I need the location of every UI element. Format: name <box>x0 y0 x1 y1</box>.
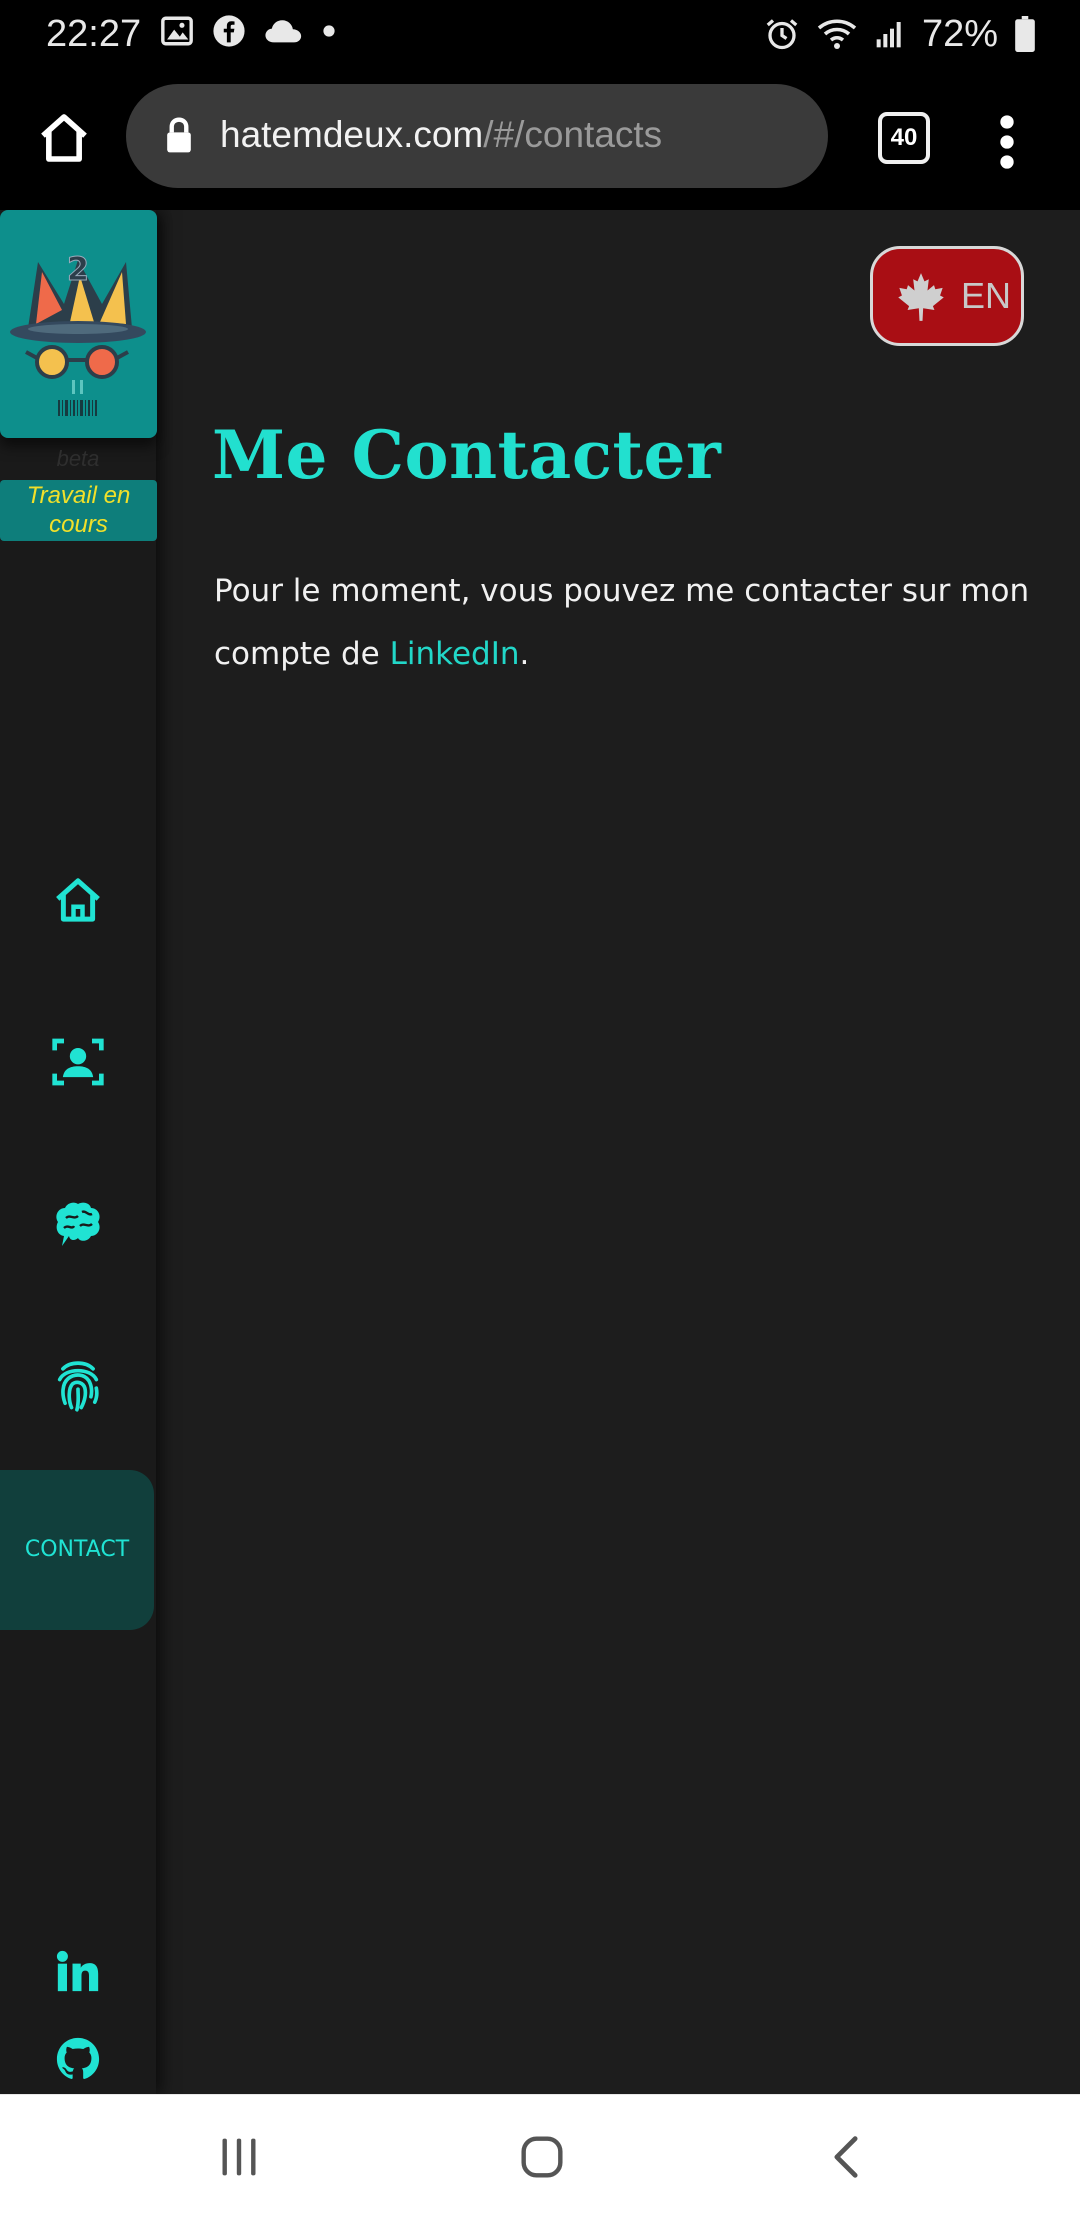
sidebar: 2 beta Travail en cours CONTACT <box>0 210 157 2094</box>
contact-paragraph: Pour le moment, vous pouvez me contacter… <box>214 560 1034 686</box>
back-icon[interactable] <box>826 2135 866 2179</box>
nav-profile[interactable] <box>0 1012 156 1112</box>
logo-badge: 2 <box>67 250 89 288</box>
alarm-icon <box>766 19 798 50</box>
status-time: 22:27 <box>46 13 142 55</box>
signal-icon <box>876 22 901 48</box>
web-page: 2 beta Travail en cours CONTACT EN Me Co… <box>0 210 1080 2094</box>
android-home-icon[interactable] <box>520 2135 564 2179</box>
gallery-icon <box>161 16 193 46</box>
work-in-progress-badge: Travail en cours <box>0 480 157 541</box>
facebook-icon <box>213 15 245 47</box>
nav-fingerprint[interactable] <box>0 1336 156 1436</box>
linkedin-link[interactable] <box>0 1950 156 1992</box>
tab-switcher-button[interactable]: 40 <box>878 112 930 164</box>
nav-home[interactable] <box>0 850 156 950</box>
status-icons-right: 72% <box>764 8 1036 60</box>
recent-apps-icon[interactable] <box>218 2135 260 2179</box>
battery-icon <box>1015 16 1035 52</box>
language-toggle-button[interactable]: EN <box>870 246 1024 346</box>
page-title: Me Contacter <box>212 416 722 494</box>
brain-icon <box>56 1202 100 1246</box>
dot-icon <box>323 25 335 37</box>
battery-percent: 72% <box>921 13 998 55</box>
url-text[interactable]: hatemdeux.com/#/contacts <box>220 109 662 161</box>
linkedin-text-link[interactable]: LinkedIn <box>390 636 520 672</box>
linkedin-icon <box>56 1950 99 1992</box>
address-bar[interactable]: hatemdeux.com/#/contacts <box>126 84 828 188</box>
github-icon <box>56 2037 100 2079</box>
browser-home-icon[interactable] <box>36 110 92 166</box>
logo-illustration: 2 <box>10 250 146 416</box>
nav-contact[interactable]: CONTACT <box>0 1470 154 1630</box>
home-icon <box>56 878 100 922</box>
url-path: /#/contacts <box>483 114 663 155</box>
beta-label: beta <box>56 446 100 471</box>
android-navigation-bar <box>0 2094 1080 2221</box>
lock-icon <box>167 117 191 153</box>
status-bar: 22:27 72% <box>0 0 1080 68</box>
nav-skills[interactable] <box>0 1174 156 1274</box>
browser-toolbar: hatemdeux.com/#/contacts 40 <box>0 68 1080 210</box>
browser-menu-icon[interactable] <box>990 112 1024 172</box>
contact-text-end: . <box>519 636 530 672</box>
status-icons-left <box>160 14 336 48</box>
fingerprint-icon <box>57 1361 99 1412</box>
maple-leaf-icon <box>898 273 944 321</box>
language-label: EN <box>961 275 1012 316</box>
wifi-icon <box>817 19 857 49</box>
profile-icon <box>52 1038 104 1086</box>
site-logo[interactable]: 2 <box>0 210 157 438</box>
cloud-icon <box>265 20 302 43</box>
contact-text: Pour le moment, vous pouvez me contacter… <box>214 573 1030 672</box>
url-domain: hatemdeux.com <box>220 114 484 155</box>
github-link[interactable] <box>0 2036 156 2082</box>
